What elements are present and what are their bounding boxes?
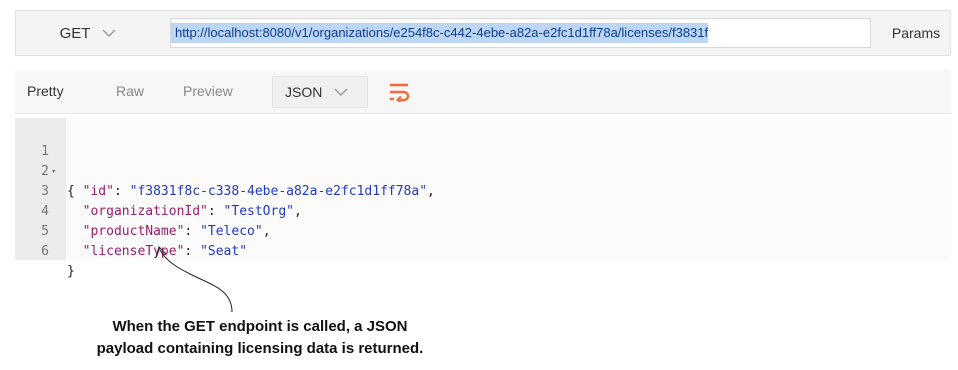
annotation-caption: When the GET endpoint is called, a JSON … [50, 316, 470, 360]
annotation-line: When the GET endpoint is called, a JSON [112, 318, 408, 335]
callout-arrow-icon [155, 246, 233, 313]
annotation-line: payload containing licensing data is ret… [96, 340, 424, 357]
